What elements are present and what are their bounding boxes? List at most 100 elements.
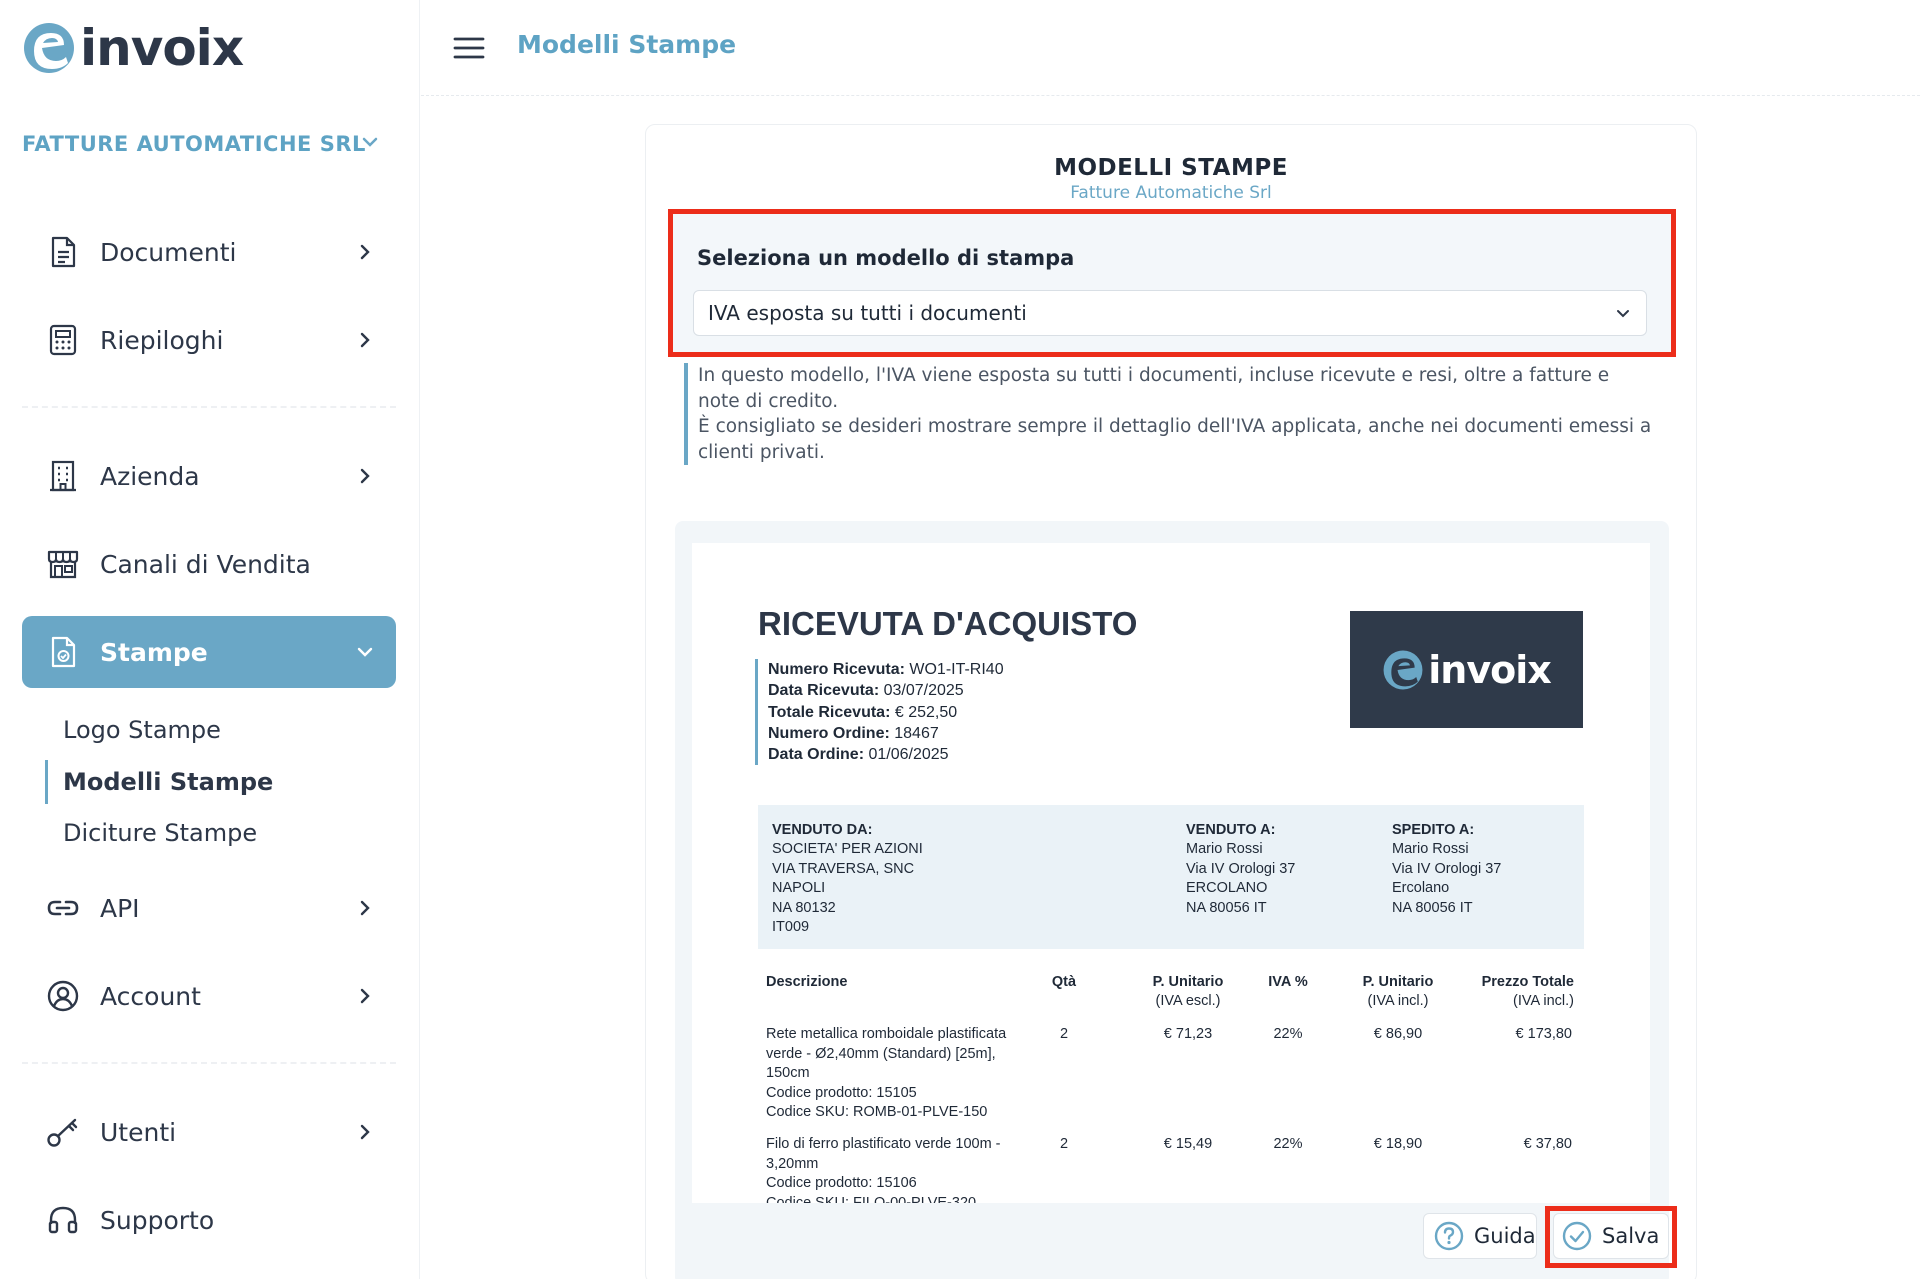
sold-by: VENDUTO DA: SOCIETA' PER AZIONI VIA TRAV… [772, 821, 923, 937]
model-select-value: IVA esposta su tutti i documenti [708, 301, 1027, 325]
calculator-icon [46, 323, 80, 357]
info-value: 03/07/2025 [879, 682, 964, 700]
sidebar-subitem-modelli-stampe[interactable]: Modelli Stampe [45, 760, 365, 804]
model-select-panel: Seleziona un modello di stampa IVA espos… [668, 209, 1676, 357]
address-line: VIA TRAVERSA, SNC [772, 860, 915, 877]
info-value: € 252,50 [890, 703, 958, 721]
sidebar-item-api[interactable]: API [22, 872, 396, 944]
address-line: SOCIETA' PER AZIONI [772, 841, 923, 858]
sidebar-subitem-label: Logo Stampe [63, 716, 221, 744]
sidebar-subitem-diciture-stampe[interactable]: Diciture Stampe [45, 811, 365, 855]
sidebar-item-label: Canali di Vendita [100, 549, 311, 579]
sidebar-item-account[interactable]: Account [22, 960, 396, 1032]
table-row: Filo di ferro plastificato verde 100m - … [766, 1135, 1046, 1203]
receipt-logo: invoix [1350, 611, 1583, 728]
sidebar-item-label: API [100, 893, 140, 923]
sidebar-item-supporto[interactable]: Supporto [22, 1184, 396, 1256]
info-key: Numero Ricevuta: [768, 661, 905, 678]
sidebar-subitem-logo-stampe[interactable]: Logo Stampe [45, 708, 365, 752]
headset-icon [46, 1203, 80, 1237]
chevron-down-icon [1617, 310, 1629, 318]
info-key: Data Ricevuta: [768, 682, 880, 700]
header-line: (IVA incl.) [1513, 993, 1574, 1009]
chevron-right-icon [360, 1124, 370, 1140]
help-button[interactable]: Guida [1423, 1213, 1537, 1259]
receipt-title: RICEVUTA D'ACQUISTO [758, 605, 1138, 642]
sidebar-subitem-label: Modelli Stampe [63, 768, 274, 796]
item-desc-line: Codice SKU: ROMB-01-PLVE-150 [766, 1104, 988, 1120]
header-line: Prezzo Totale [1481, 974, 1574, 990]
brand-logo[interactable]: invoix [22, 19, 244, 77]
logo-text: invoix [80, 19, 244, 77]
chevron-right-icon [360, 244, 370, 260]
hamburger-menu-icon[interactable] [453, 36, 485, 60]
model-description-line: È consigliato se desideri mostrare sempr… [698, 416, 1652, 463]
col-header-unit-price-ex: P. Unitario (IVA escl.) [1118, 973, 1258, 1011]
check-circle-icon [1562, 1221, 1592, 1251]
item-qty: 2 [1059, 1136, 1069, 1152]
logo-text: invoix [1428, 647, 1551, 692]
save-button-label: Salva [1602, 1224, 1660, 1248]
item-qty: 2 [1059, 1026, 1069, 1042]
header-line: P. Unitario [1362, 974, 1434, 990]
page-title: Modelli Stampe [517, 30, 737, 59]
help-button-label: Guida [1474, 1224, 1536, 1248]
sidebar-subitem-label: Diciture Stampe [63, 819, 258, 847]
info-key: Totale Ricevuta: [768, 703, 891, 721]
model-select-label: Seleziona un modello di stampa [697, 246, 1075, 270]
sidebar-item-azienda[interactable]: Azienda [22, 440, 396, 512]
item-desc-line: 3,20mm [766, 1155, 819, 1172]
header-line: (IVA incl.) [1367, 993, 1429, 1009]
item-desc-line: Codice SKU: FILO-00-PLVE-320 [766, 1194, 977, 1204]
sold-by-heading: VENDUTO DA: [772, 822, 873, 838]
info-value: 18467 [889, 724, 939, 742]
info-value: 01/06/2025 [864, 746, 949, 764]
receipt-preview-area[interactable]: RICEVUTA D'ACQUISTO Numero Ricevuta: WO1… [675, 521, 1669, 1279]
sold-to: VENDUTO A: Mario Rossi Via IV Orologi 37… [1186, 821, 1295, 918]
chevron-down-icon [357, 647, 373, 657]
item-desc-line: Rete metallica romboidale plastificata [766, 1026, 1007, 1042]
sidebar-item-label: Utenti [100, 1117, 177, 1147]
receipt-info-row: Totale Ricevuta: € 252,50 [768, 702, 1004, 723]
company-selector[interactable]: FATTURE AUTOMATICHE SRL [22, 128, 382, 160]
sold-to-heading: VENDUTO A: [1186, 822, 1276, 838]
item-unit-price-in: € 86,90 [1373, 1026, 1423, 1042]
item-desc-line: 150cm [766, 1065, 810, 1081]
address-line: Ercolano [1392, 880, 1450, 897]
header-line: (IVA escl.) [1155, 993, 1221, 1009]
sidebar-item-documenti[interactable]: Documenti [22, 216, 396, 288]
item-desc-line: verde - Ø2,40mm (Standard) [25m], [766, 1045, 996, 1062]
item-vat: 22% [1273, 1136, 1303, 1152]
ship-to: SPEDITO A: Mario Rossi Via IV Orologi 37… [1392, 821, 1501, 918]
sidebar-item-riepiloghi[interactable]: Riepiloghi [22, 304, 396, 376]
top-bar: Modelli Stampe [421, 0, 1920, 96]
item-total: € 173,80 [1515, 1026, 1572, 1042]
building-icon [46, 459, 80, 493]
sidebar-item-utenti[interactable]: Utenti [22, 1096, 396, 1168]
col-header-unit-price-in: P. Unitario (IVA incl.) [1328, 973, 1468, 1011]
sidebar-item-canali-di-vendita[interactable]: Canali di Vendita [22, 528, 396, 600]
receipt-info-row: Data Ricevuta: 03/07/2025 [768, 680, 1004, 701]
print-models-card: MODELLI STAMPE Fatture Automatiche Srl S… [645, 124, 1697, 1279]
sidebar-item-label: Riepiloghi [100, 325, 224, 355]
save-button[interactable]: Salva [1553, 1213, 1669, 1259]
item-unit-price-in: € 18,90 [1373, 1136, 1423, 1152]
model-select-dropdown[interactable]: IVA esposta su tutti i documenti [693, 290, 1647, 336]
link-icon [46, 891, 80, 925]
col-header-total: Prezzo Totale (IVA incl.) [1448, 973, 1574, 1011]
sidebar-item-stampe[interactable]: Stampe [22, 616, 396, 688]
print-doc-icon [46, 635, 80, 669]
question-circle-icon [1434, 1221, 1464, 1251]
item-desc-line: Codice prodotto: 15106 [766, 1175, 917, 1191]
sidebar-item-label: Account [100, 981, 201, 1011]
header-line: P. Unitario [1152, 974, 1224, 990]
info-value: WO1-IT-RI40 [904, 661, 1004, 678]
receipt-preview-paper: RICEVUTA D'ACQUISTO Numero Ricevuta: WO1… [692, 543, 1650, 1203]
sidebar-item-label: Documenti [100, 237, 237, 267]
document-icon [46, 235, 80, 269]
chevron-down-icon[interactable] [360, 132, 380, 152]
sidebar-item-label: Supporto [100, 1205, 215, 1235]
item-desc-line: Filo di ferro plastificato verde 100m - [766, 1136, 1001, 1152]
item-unit-price-ex: € 71,23 [1163, 1026, 1213, 1042]
card-subtitle: Fatture Automatiche Srl [1070, 183, 1272, 203]
